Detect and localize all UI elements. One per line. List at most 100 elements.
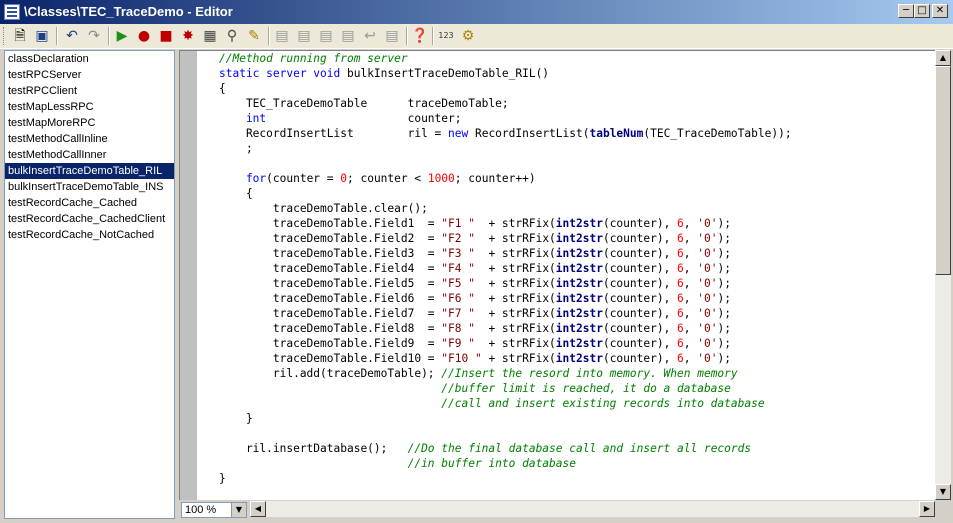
method-item[interactable]: testRecordCache_CachedClient	[5, 211, 174, 227]
title-bar[interactable]: \Classes\TEC_TraceDemo - Editor ─ □ ✕	[0, 0, 953, 24]
code-line[interactable]: {	[219, 81, 792, 96]
new-icon[interactable]: 🗎	[10, 26, 30, 46]
code-token: 6	[677, 247, 684, 260]
method-item-selected[interactable]: bulkInsertTraceDemoTable_RIL	[5, 163, 174, 179]
lookup-properties-icon[interactable]: ▤	[272, 26, 292, 46]
editor-app-icon[interactable]	[4, 4, 20, 20]
code-line[interactable]: //buffer limit is reached, it do a datab…	[219, 381, 792, 396]
code-line[interactable]	[219, 426, 792, 441]
code-line[interactable]	[219, 156, 792, 171]
code-line[interactable]: traceDemoTable.Field3 = "F3 " + strRFix(…	[219, 246, 792, 261]
code-line[interactable]: traceDemoTable.Field1 = "F1 " + strRFix(…	[219, 216, 792, 231]
scroll-left-button[interactable]: ◀	[250, 501, 266, 517]
lookup-methods-icon[interactable]: ▤	[294, 26, 314, 46]
method-item[interactable]: testMethodCallInline	[5, 131, 174, 147]
toolbar-grip[interactable]	[3, 27, 7, 45]
code-token: ril.insertDatabase();	[219, 442, 408, 455]
stop-icon[interactable]: ■	[156, 26, 176, 46]
run-icon[interactable]: ▶	[112, 26, 132, 46]
code-line[interactable]: traceDemoTable.Field7 = "F7 " + strRFix(…	[219, 306, 792, 321]
compile-icon[interactable]: ▦	[200, 26, 220, 46]
code-token: //Insert the resord into memory. When me…	[441, 367, 738, 380]
code-line[interactable]: traceDemoTable.Field5 = "F5 " + strRFix(…	[219, 276, 792, 291]
code-profile-icon[interactable]: ⚙	[458, 26, 478, 46]
code-token: (counter),	[602, 247, 678, 260]
code-token: (counter),	[602, 337, 678, 350]
code-line[interactable]: traceDemoTable.Field8 = "F8 " + strRFix(…	[219, 321, 792, 336]
code-line[interactable]: int counter;	[219, 111, 792, 126]
scroll-up-button[interactable]: ▲	[935, 50, 951, 66]
scroll-thumb[interactable]	[935, 66, 951, 275]
find-icon[interactable]: ⚲	[222, 26, 242, 46]
zoom-select[interactable]: 100 % ▼	[181, 502, 247, 518]
method-item[interactable]: testRecordCache_NotCached	[5, 227, 174, 243]
code-line[interactable]: //call and insert existing records into …	[219, 396, 792, 411]
code-line[interactable]: }	[219, 411, 792, 426]
code-line[interactable]: traceDemoTable.Field2 = "F2 " + strRFix(…	[219, 231, 792, 246]
code-line[interactable]: ril.insertDatabase(); //Do the final dat…	[219, 441, 792, 456]
uncomment-icon[interactable]: ↩	[360, 26, 380, 46]
code-token: traceDemoTable.Field10 =	[219, 352, 442, 365]
code-line[interactable]: ril.add(traceDemoTable); //Insert the re…	[219, 366, 792, 381]
method-item[interactable]: testMapMoreRPC	[5, 115, 174, 131]
code-token: counter;	[266, 112, 462, 125]
code-token: }	[219, 412, 253, 425]
code-text[interactable]: //Method running from server static serve…	[219, 51, 792, 486]
minimize-button[interactable]: ─	[898, 4, 914, 18]
code-token: traceDemoTable.Field7 =	[219, 307, 442, 320]
vertical-scrollbar[interactable]: ▲ ▼	[935, 50, 951, 500]
code-line[interactable]: traceDemoTable.Field6 = "F6 " + strRFix(…	[219, 291, 792, 306]
scripts-icon[interactable]: ▤	[382, 26, 402, 46]
code-line[interactable]: for(counter = 0; counter < 1000; counter…	[219, 171, 792, 186]
method-item[interactable]: bulkInsertTraceDemoTable_INS	[5, 179, 174, 195]
save-icon[interactable]: ▣	[32, 26, 52, 46]
scroll-down-button[interactable]: ▼	[935, 484, 951, 500]
code-line[interactable]: //in buffer into database	[219, 456, 792, 471]
method-item[interactable]: testMethodCallInner	[5, 147, 174, 163]
method-list[interactable]: classDeclaration testRPCServer testRPCCl…	[4, 50, 175, 519]
replace-icon[interactable]: ✎	[244, 26, 264, 46]
code-line[interactable]: traceDemoTable.Field10 = "F10 " + strRFi…	[219, 351, 792, 366]
code-editor[interactable]: //Method running from server static serve…	[179, 50, 935, 500]
undo-icon[interactable]: ↶	[62, 26, 82, 46]
code-line[interactable]: {	[219, 186, 792, 201]
method-item[interactable]: testRecordCache_Cached	[5, 195, 174, 211]
code-token: int2str	[555, 217, 603, 230]
close-button[interactable]: ✕	[932, 4, 948, 18]
code-line[interactable]: RecordInsertList ril = new RecordInsertL…	[219, 126, 792, 141]
code-token: ;	[219, 142, 253, 155]
code-line[interactable]: }	[219, 471, 792, 486]
breakpoint-icon[interactable]: ●	[134, 26, 154, 46]
code-line[interactable]: //Method running from server	[219, 51, 792, 66]
code-token: ,	[683, 352, 698, 365]
code-token: );	[717, 322, 731, 335]
code-line[interactable]: ;	[219, 141, 792, 156]
remove-breakpoints-icon[interactable]: ✸	[178, 26, 198, 46]
code-token: + strRFix(	[474, 262, 556, 275]
lookup-labels-icon[interactable]: ▤	[316, 26, 336, 46]
code-line[interactable]: traceDemoTable.Field4 = "F4 " + strRFix(…	[219, 261, 792, 276]
help-icon[interactable]: ❓	[410, 26, 430, 46]
editor-gutter[interactable]	[180, 51, 197, 500]
code-token: '0'	[697, 337, 718, 350]
method-item[interactable]: classDeclaration	[5, 51, 174, 67]
code-token: //Method running from server	[219, 52, 408, 65]
scroll-right-button[interactable]: ▶	[919, 501, 935, 517]
maximize-button[interactable]: □	[914, 4, 930, 18]
code-line[interactable]: TEC_TraceDemoTable traceDemoTable;	[219, 96, 792, 111]
chevron-down-icon[interactable]: ▼	[231, 503, 246, 517]
code-token: traceDemoTable.Field5 =	[219, 277, 442, 290]
horizontal-scrollbar[interactable]: ◀ ▶	[250, 501, 935, 517]
code-token: '0'	[697, 232, 718, 245]
line-numbers-icon[interactable]: 123	[436, 26, 456, 46]
redo-icon[interactable]: ↷	[84, 26, 104, 46]
code-line[interactable]: traceDemoTable.clear();	[219, 201, 792, 216]
method-item[interactable]: testRPCServer	[5, 67, 174, 83]
code-token: + strRFix(	[474, 337, 556, 350]
comment-icon[interactable]: ▤	[338, 26, 358, 46]
method-item[interactable]: testMapLessRPC	[5, 99, 174, 115]
code-token: //call and insert existing records into …	[219, 397, 765, 410]
code-line[interactable]: traceDemoTable.Field9 = "F9 " + strRFix(…	[219, 336, 792, 351]
method-item[interactable]: testRPCClient	[5, 83, 174, 99]
code-line[interactable]: static server void bulkInsertTraceDemoTa…	[219, 66, 792, 81]
